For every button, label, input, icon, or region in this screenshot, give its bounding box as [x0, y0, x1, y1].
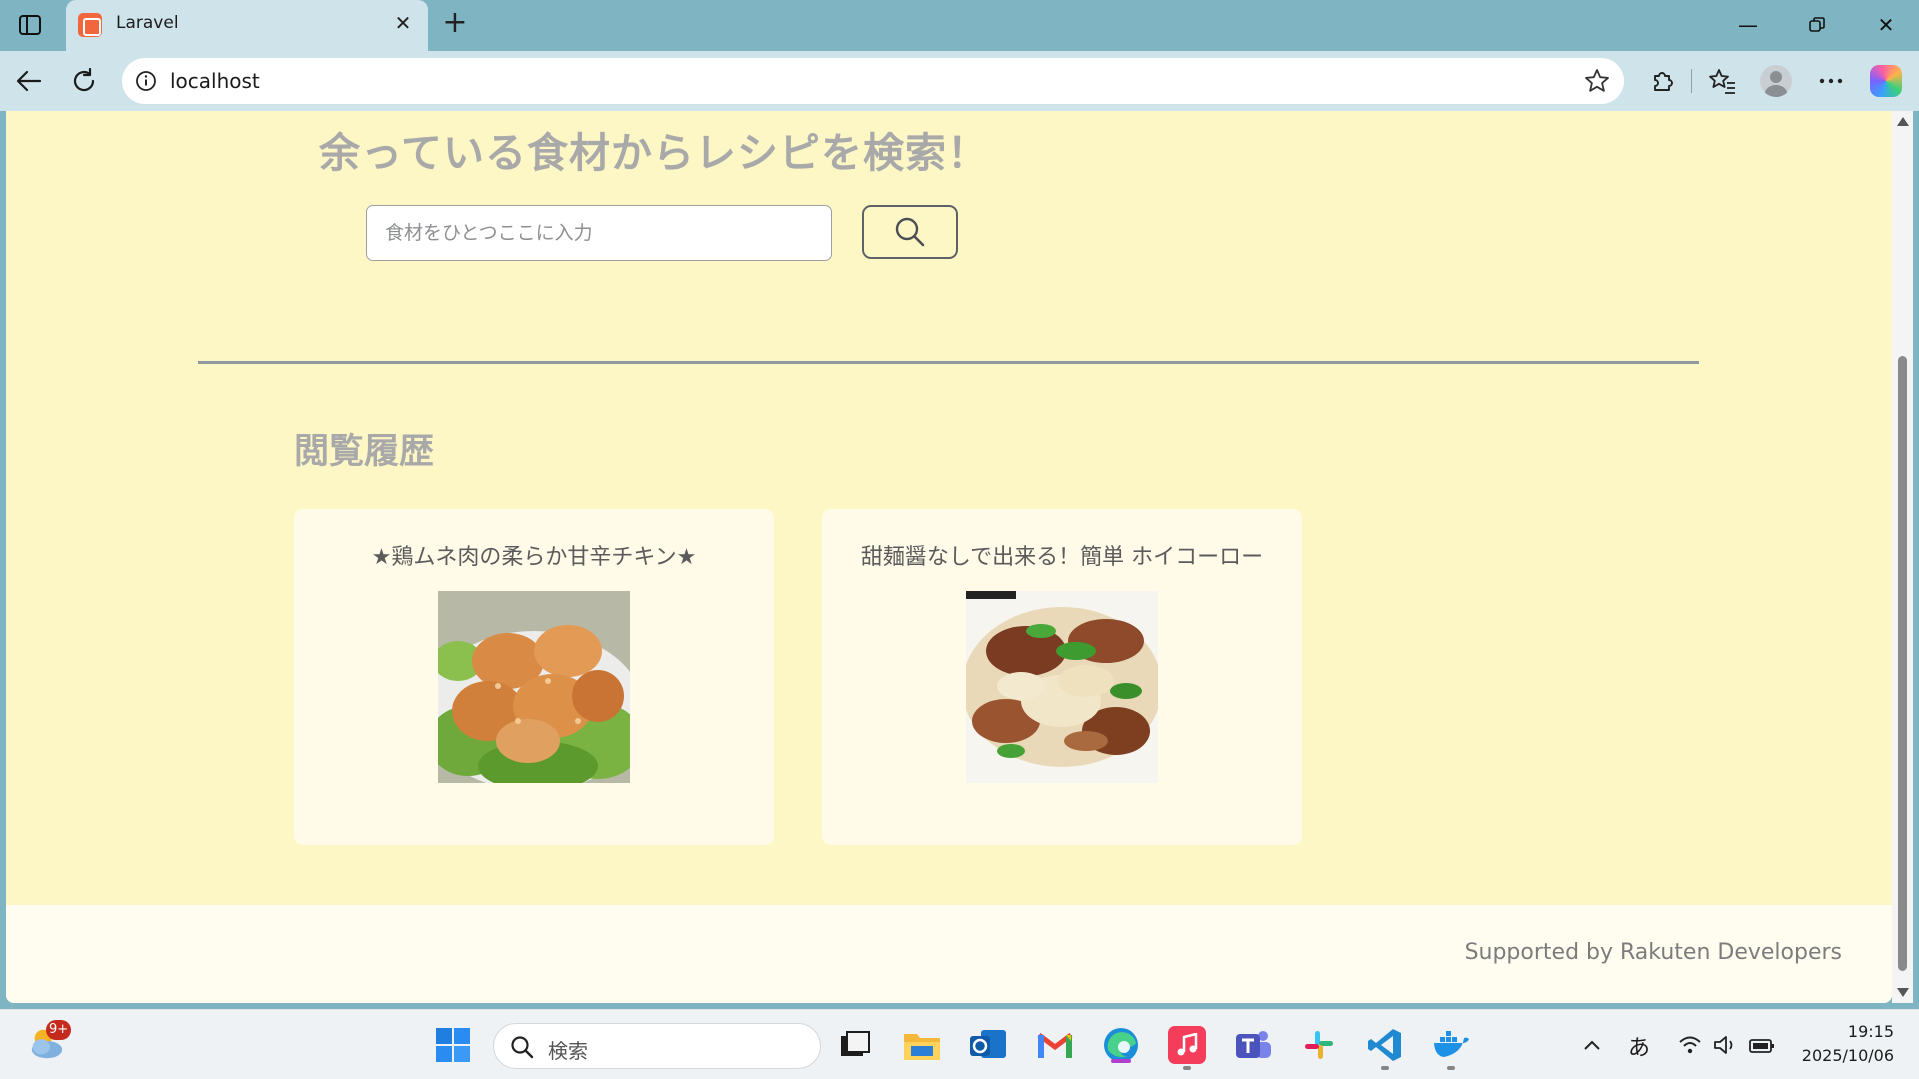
extensions-icon[interactable]: [1647, 66, 1677, 96]
apple-music-icon[interactable]: [1168, 1026, 1206, 1070]
vscode-icon[interactable]: [1366, 1026, 1404, 1070]
scroll-thumb[interactable]: [1898, 356, 1907, 971]
more-options-icon[interactable]: [1816, 66, 1846, 96]
clock-date[interactable]: 2025/10/06: [1784, 1046, 1894, 1065]
window-border: [1913, 111, 1919, 1003]
reload-icon[interactable]: [67, 64, 101, 98]
profile-avatar[interactable]: [1760, 65, 1792, 97]
recipe-image-chicken[interactable]: [438, 591, 630, 783]
tab-title: Laravel: [116, 13, 179, 33]
recipe-card-title[interactable]: ★鶏ムネ肉の柔らか甘辛チキン★: [294, 539, 774, 571]
tray-overflow-chevron-icon[interactable]: [1575, 1026, 1609, 1064]
active-indicator: [1111, 1059, 1131, 1063]
copilot-icon[interactable]: [1870, 65, 1902, 97]
laravel-favicon-icon: [78, 13, 102, 37]
page-footer: Supported by Rakuten Developers: [6, 905, 1892, 1003]
weather-badge: 9+: [46, 1020, 72, 1040]
page-title: 余っている食材からレシピを検索！: [319, 129, 989, 177]
tab-close-icon[interactable]: ✕: [390, 10, 416, 36]
recipe-card[interactable]: 甜麺醤なしで出来る！簡単 ホイコーロー: [822, 509, 1302, 845]
running-indicator: [1381, 1066, 1389, 1070]
favorite-star-icon[interactable]: [1584, 68, 1610, 94]
taskbar-search-label: 検索: [548, 1039, 588, 1063]
url-text[interactable]: localhost: [170, 69, 260, 93]
new-tab-icon[interactable]: +: [438, 8, 472, 42]
recipe-card[interactable]: ★鶏ムネ肉の柔らか甘辛チキン★: [294, 509, 774, 845]
site-info-icon[interactable]: [134, 69, 158, 93]
minimize-icon[interactable]: —: [1728, 8, 1768, 42]
task-view-icon[interactable]: [836, 1026, 874, 1064]
section-divider: [198, 361, 1699, 364]
gmail-icon[interactable]: [1036, 1026, 1074, 1064]
slack-icon[interactable]: [1300, 1026, 1338, 1064]
history-title: 閲覧履歴: [294, 432, 435, 472]
search-icon: [511, 1036, 534, 1059]
outlook-icon[interactable]: [969, 1026, 1007, 1064]
taskbar: 9+ 検索 あ 19:15 2025/10/06: [0, 1009, 1919, 1079]
scroll-down-icon[interactable]: [1897, 988, 1909, 997]
volume-icon[interactable]: [1708, 1026, 1744, 1064]
search-icon: [895, 217, 925, 247]
page-viewport: 余っている食材からレシピを検索！ 閲覧履歴 ★鶏ムネ肉の柔らか甘辛チキン★: [6, 111, 1892, 1003]
taskbar-search[interactable]: 検索: [493, 1023, 821, 1069]
tab-actions-icon[interactable]: [16, 12, 44, 38]
favorites-icon[interactable]: [1707, 66, 1737, 96]
page-scrollbar[interactable]: [1892, 111, 1913, 1003]
wifi-icon[interactable]: [1672, 1026, 1708, 1064]
browser-toolbar: localhost: [0, 51, 1919, 111]
browser-tab[interactable]: Laravel ✕: [66, 0, 428, 51]
toolbar-divider: [1691, 69, 1692, 93]
recipe-card-title[interactable]: 甜麺醤なしで出来る！簡単 ホイコーロー: [822, 539, 1302, 571]
windows-start-icon[interactable]: [434, 1026, 472, 1064]
recipe-image-hoikoro[interactable]: [966, 591, 1158, 783]
edge-icon[interactable]: [1102, 1026, 1140, 1064]
close-window-icon[interactable]: ✕: [1866, 8, 1906, 42]
address-bar[interactable]: localhost: [122, 58, 1624, 104]
scroll-up-icon[interactable]: [1897, 117, 1909, 126]
restore-icon[interactable]: [1797, 8, 1837, 42]
running-indicator: [1183, 1066, 1191, 1070]
ingredient-search-input[interactable]: [366, 205, 832, 261]
running-indicator: [1447, 1066, 1455, 1070]
battery-icon[interactable]: [1744, 1026, 1780, 1064]
footer-credit[interactable]: Supported by Rakuten Developers: [1465, 940, 1842, 965]
clock-time[interactable]: 19:15: [1784, 1022, 1894, 1041]
back-icon[interactable]: [12, 64, 46, 98]
search-button[interactable]: [862, 205, 958, 259]
docker-icon[interactable]: [1432, 1026, 1470, 1070]
ime-indicator[interactable]: あ: [1628, 1030, 1650, 1062]
browser-titlebar: Laravel ✕ + — ✕: [0, 0, 1919, 51]
teams-icon[interactable]: [1234, 1026, 1272, 1064]
file-explorer-icon[interactable]: [903, 1026, 941, 1064]
